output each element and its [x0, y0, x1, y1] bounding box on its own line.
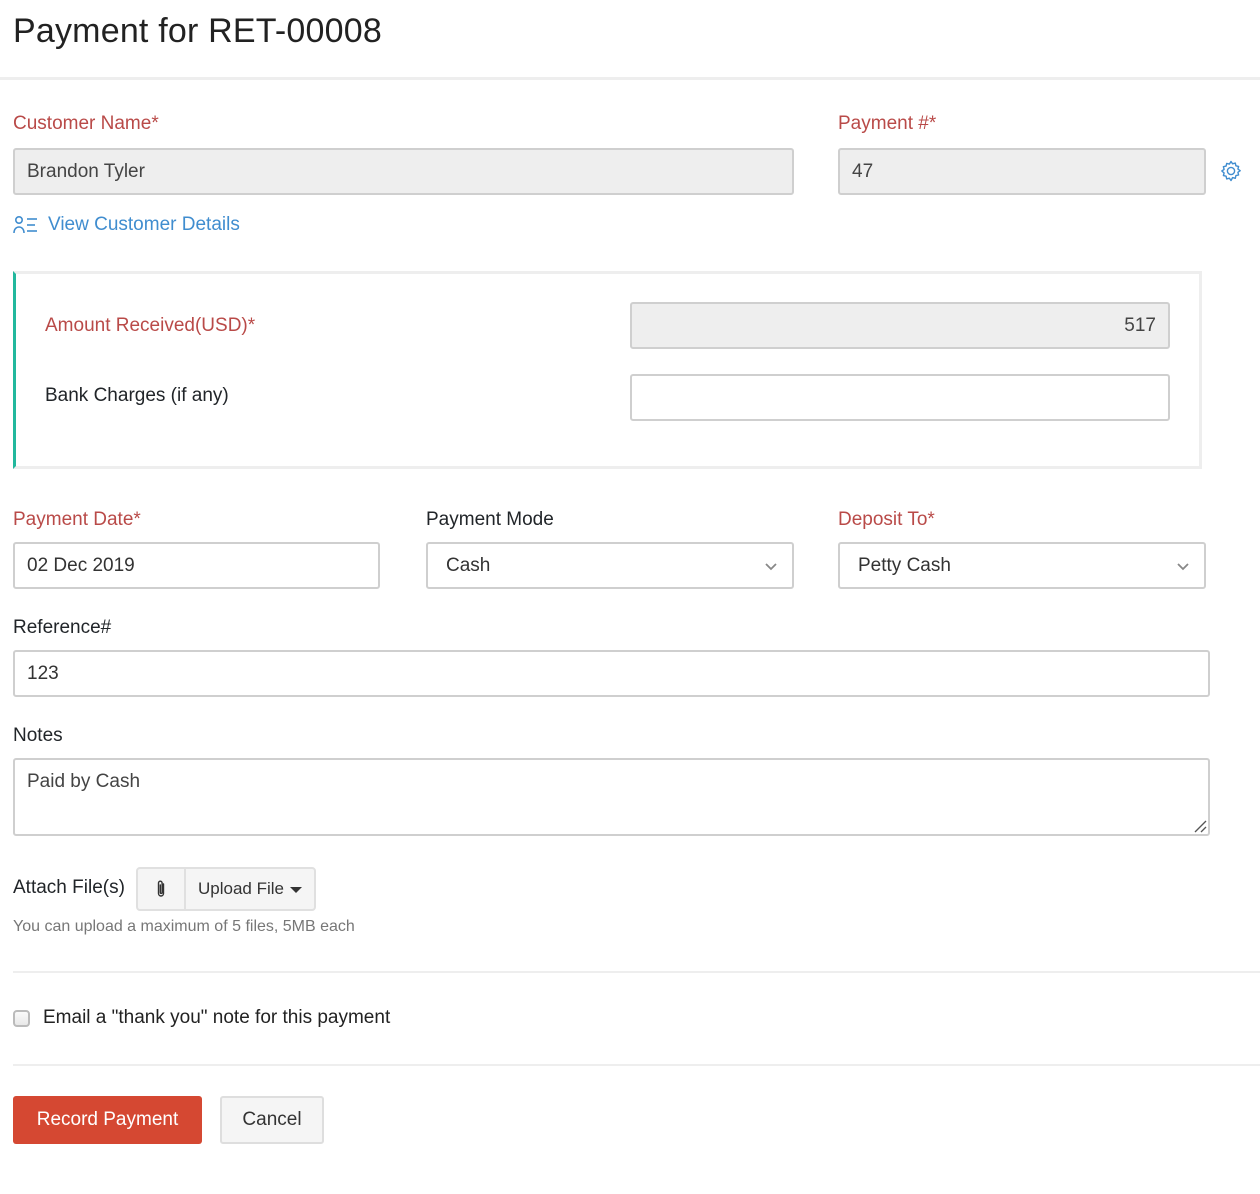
- cancel-button[interactable]: Cancel: [220, 1096, 324, 1144]
- reference-field[interactable]: 123: [13, 650, 1210, 697]
- email-thank-you-option[interactable]: Email a "thank you" note for this paymen…: [13, 1007, 390, 1029]
- reference-label: Reference#: [13, 617, 112, 638]
- deposit-to-label: Deposit To*: [838, 509, 935, 530]
- chevron-down-icon: [765, 563, 777, 571]
- bank-charges-label: Bank Charges (if any): [45, 385, 229, 406]
- upload-file-group: Upload File: [136, 867, 316, 911]
- customer-name-field[interactable]: Brandon Tyler: [13, 148, 794, 195]
- chevron-down-icon: [1177, 563, 1189, 571]
- amount-received-field[interactable]: 517: [630, 302, 1170, 349]
- deposit-to-select[interactable]: Petty Cash: [838, 542, 1206, 589]
- upload-file-dropdown[interactable]: Upload File: [186, 869, 314, 909]
- notes-label: Notes: [13, 725, 63, 746]
- payment-number-field[interactable]: 47: [838, 148, 1206, 195]
- page-header: Payment for RET-00008: [0, 0, 1260, 80]
- bank-charges-field[interactable]: [630, 374, 1170, 421]
- upload-file-label: Upload File: [198, 879, 284, 898]
- payment-mode-select[interactable]: Cash: [426, 542, 794, 589]
- upload-hint: You can upload a maximum of 5 files, 5MB…: [13, 918, 355, 935]
- view-customer-details-link[interactable]: View Customer Details: [13, 214, 240, 236]
- divider: [13, 1064, 1260, 1066]
- attach-button[interactable]: [138, 869, 186, 909]
- email-thank-you-label: Email a "thank you" note for this paymen…: [43, 1007, 391, 1028]
- amount-received-label: Amount Received(USD)*: [45, 315, 256, 336]
- payment-number-label: Payment #*: [838, 113, 937, 134]
- payment-date-field[interactable]: 02 Dec 2019: [13, 542, 380, 589]
- paperclip-icon: [157, 880, 165, 897]
- attach-files-label: Attach File(s): [13, 877, 125, 898]
- resize-handle-icon[interactable]: [1193, 819, 1207, 833]
- caret-down-icon: [290, 887, 302, 893]
- customer-name-label: Customer Name*: [13, 113, 159, 134]
- customer-list-icon: [13, 215, 37, 234]
- view-customer-details-label: View Customer Details: [48, 214, 240, 235]
- payment-mode-label: Payment Mode: [426, 509, 554, 530]
- amount-section: [13, 271, 1202, 469]
- payment-mode-value: Cash: [446, 554, 491, 576]
- divider: [13, 971, 1260, 973]
- gear-icon[interactable]: [1219, 159, 1243, 183]
- record-payment-button[interactable]: Record Payment: [13, 1096, 202, 1144]
- page-title: Payment for RET-00008: [13, 12, 382, 50]
- deposit-to-value: Petty Cash: [858, 554, 951, 576]
- email-thank-you-checkbox[interactable]: [13, 1009, 30, 1027]
- notes-textarea[interactable]: Paid by Cash: [13, 758, 1210, 836]
- notes-value: Paid by Cash: [27, 771, 141, 792]
- payment-date-label: Payment Date*: [13, 509, 141, 530]
